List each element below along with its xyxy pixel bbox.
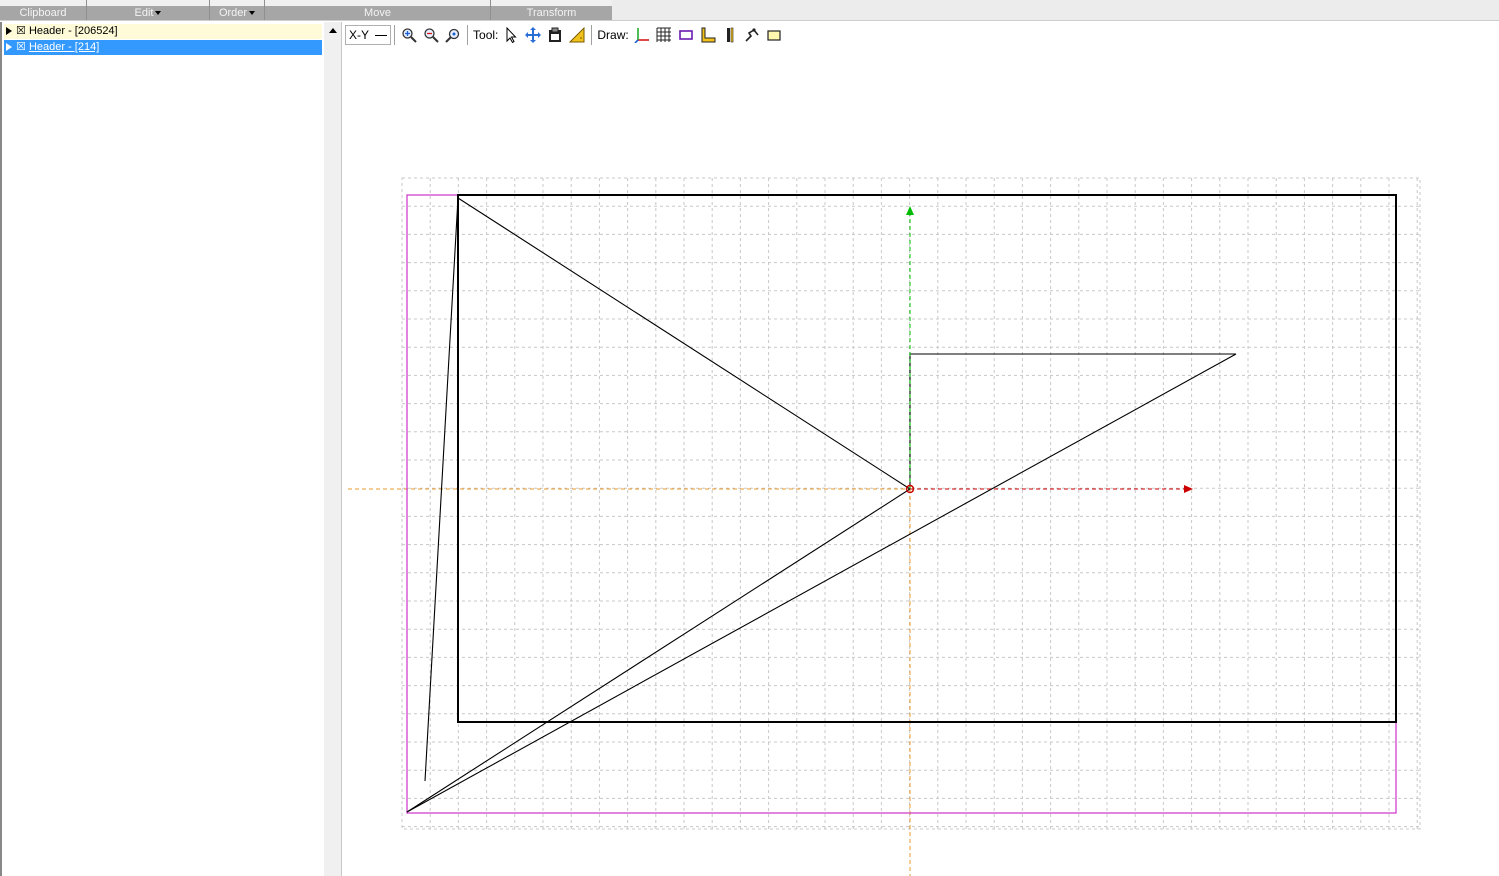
ribbon-group-edit[interactable]: Edit [87, 6, 209, 20]
tool-label: Tool: [473, 28, 499, 42]
zoom-fit-icon[interactable] [443, 25, 463, 45]
toolbar-separator [394, 25, 396, 45]
ribbon-group-transform[interactable]: Transform [491, 6, 612, 20]
y-axis-arrow-icon [906, 206, 914, 215]
drawing-canvas[interactable] [343, 48, 1499, 876]
vertical-scrollbar[interactable] [324, 22, 342, 876]
dropdown-dash-icon [375, 34, 388, 36]
tree-item-label: Header - [214] [28, 41, 100, 53]
view-toolbar: X-Y Tool: Draw: [343, 22, 1499, 48]
checkbox-icon[interactable]: ☒ [16, 25, 26, 37]
object-tree: ☒ Header - [206524] ☒ Header - [214] [0, 22, 325, 876]
grid-lines [401, 177, 1421, 830]
dropdown-arrow-icon [249, 11, 256, 16]
expand-arrow-icon[interactable] [6, 43, 12, 52]
ribbon-group-order[interactable]: Order [210, 6, 264, 20]
ribbon-group-label: Order [218, 7, 248, 19]
pointer-icon[interactable] [501, 25, 521, 45]
ribbon-group-clipboard[interactable]: Clipboard [0, 6, 86, 20]
move-icon[interactable] [523, 25, 543, 45]
grid-icon[interactable] [654, 25, 674, 45]
ruler-icon[interactable] [567, 25, 587, 45]
tree-item-selected[interactable]: ☒ Header - [214] [4, 40, 322, 55]
box-icon[interactable] [764, 25, 784, 45]
ribbon-group-move[interactable]: Move [265, 6, 490, 20]
header-rectangle[interactable] [457, 194, 1397, 723]
clipboard-icon[interactable] [545, 25, 565, 45]
checkbox-icon[interactable]: ☒ [16, 41, 26, 53]
path-segment[interactable] [406, 488, 911, 813]
ribbon-group-label: Move [364, 7, 391, 19]
ribbon-group-bar: Clipboard Edit Order Move Transform [0, 0, 612, 20]
view-plane-select[interactable]: X-Y [345, 25, 392, 45]
rectangle-icon[interactable] [676, 25, 696, 45]
draw-label: Draw: [597, 28, 629, 42]
vertical-bars-icon[interactable] [720, 25, 740, 45]
dropdown-arrow-icon [155, 11, 162, 16]
ribbon-group-label: Edit [134, 7, 154, 19]
arrow-up-icon [328, 28, 337, 33]
drawing-svg[interactable] [343, 48, 1499, 876]
header-path[interactable] [406, 197, 1237, 813]
view-plane-value: X-Y [349, 28, 370, 42]
axes-icon[interactable] [632, 25, 652, 45]
scroll-up-button[interactable] [324, 22, 341, 39]
ribbon-group-label: Transform [526, 7, 577, 19]
expand-arrow-icon[interactable] [6, 27, 12, 36]
toolbar-separator [467, 25, 469, 45]
ribbon-group-label: Clipboard [19, 7, 67, 19]
corner-icon[interactable] [698, 25, 718, 45]
path-icon[interactable] [742, 25, 762, 45]
tree-item-label: Header - [206524] [28, 25, 118, 37]
ribbon: Clipboard Edit Order Move Transform [0, 0, 1499, 21]
zoom-in-icon[interactable] [399, 25, 419, 45]
grid-border [401, 177, 1421, 830]
grid-horizontal-lines [402, 205, 1420, 828]
zoom-out-icon[interactable] [421, 25, 441, 45]
tree-item[interactable]: ☒ Header - [206524] [4, 24, 322, 39]
path-segment[interactable] [406, 353, 1237, 813]
toolbar-separator [591, 25, 593, 45]
